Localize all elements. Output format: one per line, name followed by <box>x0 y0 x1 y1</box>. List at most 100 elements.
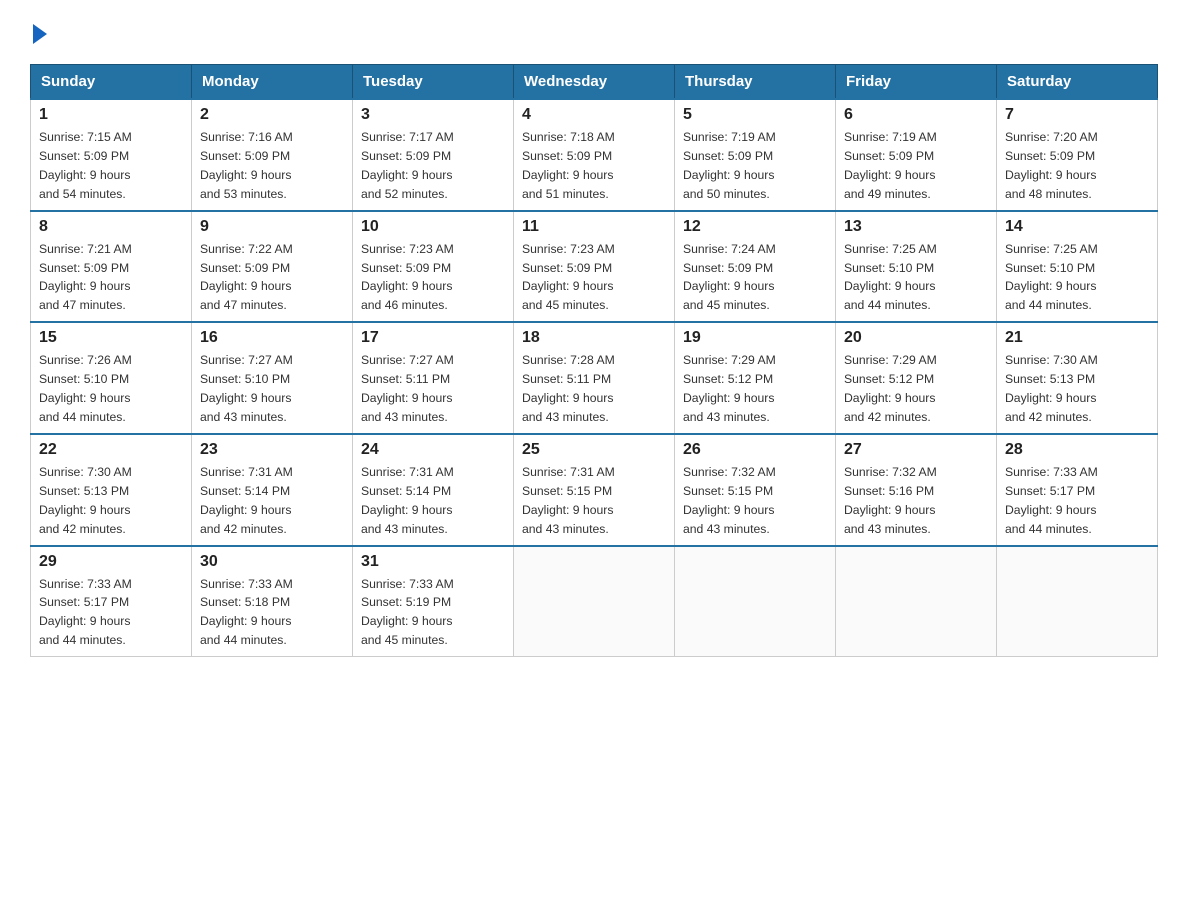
day-info: Sunrise: 7:30 AMSunset: 5:13 PMDaylight:… <box>39 463 183 539</box>
table-row: 18Sunrise: 7:28 AMSunset: 5:11 PMDayligh… <box>514 322 675 434</box>
calendar-table: Sunday Monday Tuesday Wednesday Thursday… <box>30 64 1158 657</box>
day-number: 20 <box>844 329 988 347</box>
table-row: 11 Sunrise: 7:23 AMSunset: 5:09 PMDayligh… <box>514 211 675 323</box>
table-row: 5 Sunrise: 7:19 AMSunset: 5:09 PMDaylight… <box>675 99 836 211</box>
col-thursday: Thursday <box>675 65 836 100</box>
calendar-week-row: 1 Sunrise: 7:15 AMSunset: 5:09 PMDaylight… <box>31 99 1158 211</box>
table-row: 23Sunrise: 7:31 AMSunset: 5:14 PMDayligh… <box>192 434 353 546</box>
col-sunday: Sunday <box>31 65 192 100</box>
day-info: Sunrise: 7:31 AMSunset: 5:14 PMDaylight:… <box>200 463 344 539</box>
table-row: 3Sunrise: 7:17 AMSunset: 5:09 PMDaylight… <box>353 99 514 211</box>
day-info: Sunrise: 7:24 AMSunset: 5:09 PMDaylight:… <box>683 240 827 316</box>
calendar-week-row: 29 Sunrise: 7:33 AMSunset: 5:17 PMDayligh… <box>31 546 1158 657</box>
day-info: Sunrise: 7:30 AMSunset: 5:13 PMDaylight:… <box>1005 351 1149 427</box>
table-row: 31 Sunrise: 7:33 AMSunset: 5:19 PMDayligh… <box>353 546 514 657</box>
day-number: 16 <box>200 329 344 347</box>
day-number: 28 <box>1005 441 1149 459</box>
table-row: 28 Sunrise: 7:33 AMSunset: 5:17 PMDayligh… <box>997 434 1158 546</box>
table-row: 1 Sunrise: 7:15 AMSunset: 5:09 PMDaylight… <box>31 99 192 211</box>
day-number: 26 <box>683 441 827 459</box>
col-saturday: Saturday <box>997 65 1158 100</box>
calendar-week-row: 15 Sunrise: 7:26 AMSunset: 5:10 PMDayligh… <box>31 322 1158 434</box>
day-info: Sunrise: 7:31 AMSunset: 5:15 PMDaylight:… <box>522 463 666 539</box>
day-number: 15 <box>39 329 183 347</box>
day-info: Sunrise: 7:33 AMSunset: 5:18 PMDaylight:… <box>200 575 344 651</box>
table-row: 24 Sunrise: 7:31 AMSunset: 5:14 PMDayligh… <box>353 434 514 546</box>
table-row: 9 Sunrise: 7:22 AMSunset: 5:09 PMDaylight… <box>192 211 353 323</box>
day-number: 25 <box>522 441 666 459</box>
table-row <box>514 546 675 657</box>
day-info: Sunrise: 7:33 AMSunset: 5:17 PMDaylight:… <box>1005 463 1149 539</box>
table-row <box>836 546 997 657</box>
day-number: 6 <box>844 106 988 124</box>
day-info: Sunrise: 7:27 AMSunset: 5:10 PMDaylight:… <box>200 351 344 427</box>
day-info: Sunrise: 7:19 AMSunset: 5:09 PMDaylight:… <box>683 128 827 204</box>
day-info: Sunrise: 7:23 AMSunset: 5:09 PMDaylight:… <box>361 240 505 316</box>
logo-arrow-icon <box>33 24 47 44</box>
day-info: Sunrise: 7:29 AMSunset: 5:12 PMDaylight:… <box>683 351 827 427</box>
table-row: 27 Sunrise: 7:32 AMSunset: 5:16 PMDayligh… <box>836 434 997 546</box>
logo <box>30 24 47 44</box>
table-row: 17Sunrise: 7:27 AMSunset: 5:11 PMDayligh… <box>353 322 514 434</box>
day-info: Sunrise: 7:33 AMSunset: 5:19 PMDaylight:… <box>361 575 505 651</box>
table-row: 26 Sunrise: 7:32 AMSunset: 5:15 PMDayligh… <box>675 434 836 546</box>
table-row: 13 Sunrise: 7:25 AMSunset: 5:10 PMDayligh… <box>836 211 997 323</box>
day-number: 27 <box>844 441 988 459</box>
day-number: 8 <box>39 218 183 236</box>
day-number: 11 <box>522 218 666 236</box>
table-row: 12 Sunrise: 7:24 AMSunset: 5:09 PMDayligh… <box>675 211 836 323</box>
day-number: 1 <box>39 106 183 124</box>
day-number: 5 <box>683 106 827 124</box>
day-info: Sunrise: 7:32 AMSunset: 5:15 PMDaylight:… <box>683 463 827 539</box>
day-info: Sunrise: 7:15 AMSunset: 5:09 PMDaylight:… <box>39 128 183 204</box>
day-info: Sunrise: 7:27 AMSunset: 5:11 PMDaylight:… <box>361 351 505 427</box>
day-number: 12 <box>683 218 827 236</box>
table-row: 20 Sunrise: 7:29 AMSunset: 5:12 PMDayligh… <box>836 322 997 434</box>
table-row <box>997 546 1158 657</box>
page-header <box>30 24 1158 44</box>
day-info: Sunrise: 7:26 AMSunset: 5:10 PMDaylight:… <box>39 351 183 427</box>
col-wednesday: Wednesday <box>514 65 675 100</box>
table-row: 15 Sunrise: 7:26 AMSunset: 5:10 PMDayligh… <box>31 322 192 434</box>
day-info: Sunrise: 7:32 AMSunset: 5:16 PMDaylight:… <box>844 463 988 539</box>
day-number: 22 <box>39 441 183 459</box>
day-number: 31 <box>361 553 505 571</box>
table-row: 22 Sunrise: 7:30 AMSunset: 5:13 PMDayligh… <box>31 434 192 546</box>
day-number: 14 <box>1005 218 1149 236</box>
day-info: Sunrise: 7:25 AMSunset: 5:10 PMDaylight:… <box>1005 240 1149 316</box>
day-info: Sunrise: 7:20 AMSunset: 5:09 PMDaylight:… <box>1005 128 1149 204</box>
table-row: 21Sunrise: 7:30 AMSunset: 5:13 PMDayligh… <box>997 322 1158 434</box>
day-info: Sunrise: 7:33 AMSunset: 5:17 PMDaylight:… <box>39 575 183 651</box>
day-info: Sunrise: 7:21 AMSunset: 5:09 PMDaylight:… <box>39 240 183 316</box>
table-row: 8 Sunrise: 7:21 AMSunset: 5:09 PMDaylight… <box>31 211 192 323</box>
day-number: 13 <box>844 218 988 236</box>
day-number: 3 <box>361 106 505 124</box>
calendar-week-row: 8 Sunrise: 7:21 AMSunset: 5:09 PMDaylight… <box>31 211 1158 323</box>
table-row: 30Sunrise: 7:33 AMSunset: 5:18 PMDayligh… <box>192 546 353 657</box>
day-number: 24 <box>361 441 505 459</box>
day-number: 29 <box>39 553 183 571</box>
day-number: 19 <box>683 329 827 347</box>
day-info: Sunrise: 7:25 AMSunset: 5:10 PMDaylight:… <box>844 240 988 316</box>
day-info: Sunrise: 7:28 AMSunset: 5:11 PMDaylight:… <box>522 351 666 427</box>
day-number: 4 <box>522 106 666 124</box>
table-row: 25 Sunrise: 7:31 AMSunset: 5:15 PMDayligh… <box>514 434 675 546</box>
table-row: 16 Sunrise: 7:27 AMSunset: 5:10 PMDayligh… <box>192 322 353 434</box>
table-row <box>675 546 836 657</box>
day-info: Sunrise: 7:29 AMSunset: 5:12 PMDaylight:… <box>844 351 988 427</box>
day-info: Sunrise: 7:23 AMSunset: 5:09 PMDaylight:… <box>522 240 666 316</box>
col-friday: Friday <box>836 65 997 100</box>
table-row: 4Sunrise: 7:18 AMSunset: 5:09 PMDaylight… <box>514 99 675 211</box>
day-info: Sunrise: 7:22 AMSunset: 5:09 PMDaylight:… <box>200 240 344 316</box>
calendar-week-row: 22 Sunrise: 7:30 AMSunset: 5:13 PMDayligh… <box>31 434 1158 546</box>
day-number: 7 <box>1005 106 1149 124</box>
col-monday: Monday <box>192 65 353 100</box>
table-row: 10 Sunrise: 7:23 AMSunset: 5:09 PMDayligh… <box>353 211 514 323</box>
day-number: 10 <box>361 218 505 236</box>
day-info: Sunrise: 7:31 AMSunset: 5:14 PMDaylight:… <box>361 463 505 539</box>
day-info: Sunrise: 7:19 AMSunset: 5:09 PMDaylight:… <box>844 128 988 204</box>
calendar-header-row: Sunday Monday Tuesday Wednesday Thursday… <box>31 65 1158 100</box>
day-number: 9 <box>200 218 344 236</box>
day-number: 2 <box>200 106 344 124</box>
table-row: 6 Sunrise: 7:19 AMSunset: 5:09 PMDaylight… <box>836 99 997 211</box>
